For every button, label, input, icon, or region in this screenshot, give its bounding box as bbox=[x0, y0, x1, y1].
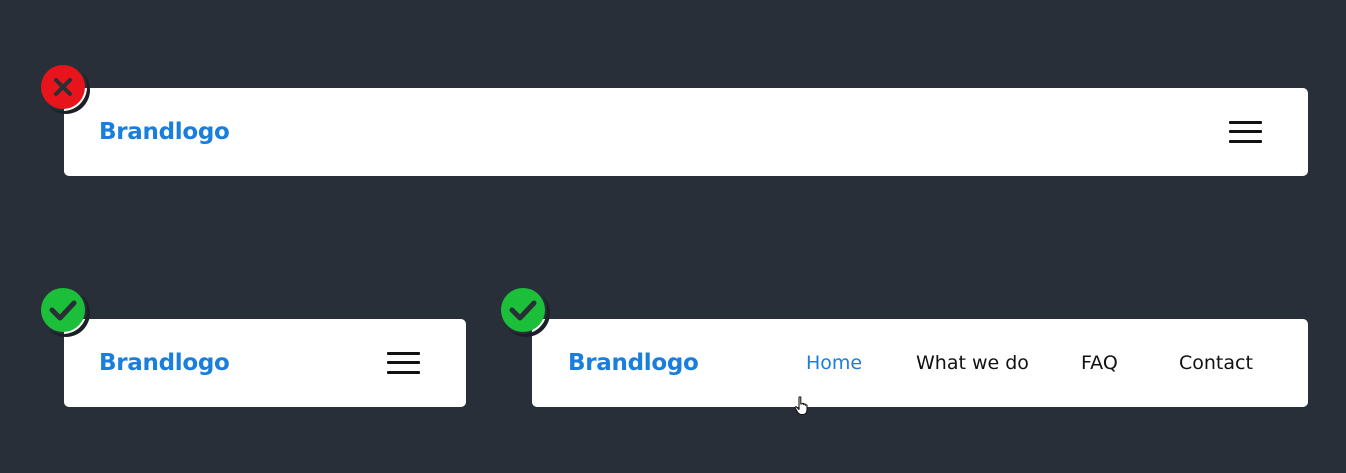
checkmark-icon bbox=[501, 288, 545, 332]
canvas: Brandlogo Brandlogo Brandlogo Home What … bbox=[0, 0, 1346, 473]
x-mark-icon bbox=[41, 65, 85, 109]
navbar-small-hamburger-example: Brandlogo bbox=[64, 319, 466, 407]
checkmark-icon bbox=[41, 288, 85, 332]
navbar-wide-hamburger-example: Brandlogo bbox=[64, 88, 1308, 176]
hamburger-line bbox=[1229, 140, 1262, 143]
good-example-badge bbox=[499, 286, 547, 334]
hand-pointer-icon bbox=[794, 396, 808, 416]
brand-logo[interactable]: Brandlogo bbox=[568, 347, 699, 379]
hamburger-line bbox=[387, 371, 420, 374]
navbar-full-links-example: Brandlogo Home What we do FAQ Contact bbox=[532, 319, 1308, 407]
hamburger-line bbox=[387, 361, 420, 364]
bad-example-badge bbox=[39, 63, 87, 111]
nav-link-faq[interactable]: FAQ bbox=[1081, 349, 1118, 377]
hamburger-menu-icon[interactable] bbox=[387, 351, 421, 375]
hamburger-line bbox=[1229, 121, 1262, 124]
nav-link-what-we-do[interactable]: What we do bbox=[916, 349, 1029, 377]
hamburger-menu-icon[interactable] bbox=[1229, 120, 1263, 144]
nav-link-contact[interactable]: Contact bbox=[1179, 349, 1253, 377]
hamburger-line bbox=[387, 352, 420, 355]
nav-link-home[interactable]: Home bbox=[806, 349, 862, 377]
brand-logo[interactable]: Brandlogo bbox=[99, 347, 230, 379]
hamburger-line bbox=[1229, 130, 1262, 133]
good-example-badge bbox=[39, 286, 87, 334]
brand-logo[interactable]: Brandlogo bbox=[99, 116, 230, 148]
